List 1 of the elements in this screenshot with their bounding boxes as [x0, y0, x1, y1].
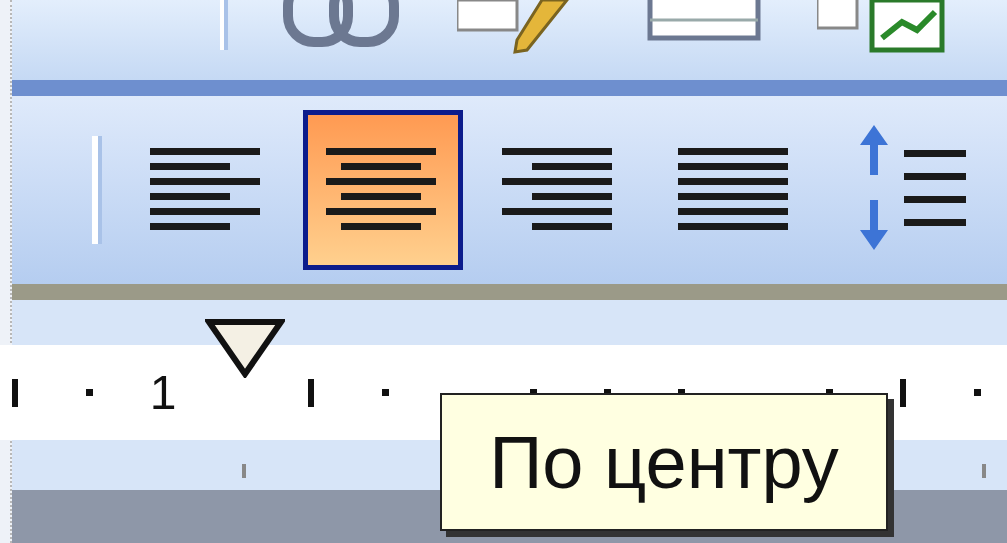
- ruler-number: 1: [149, 365, 177, 420]
